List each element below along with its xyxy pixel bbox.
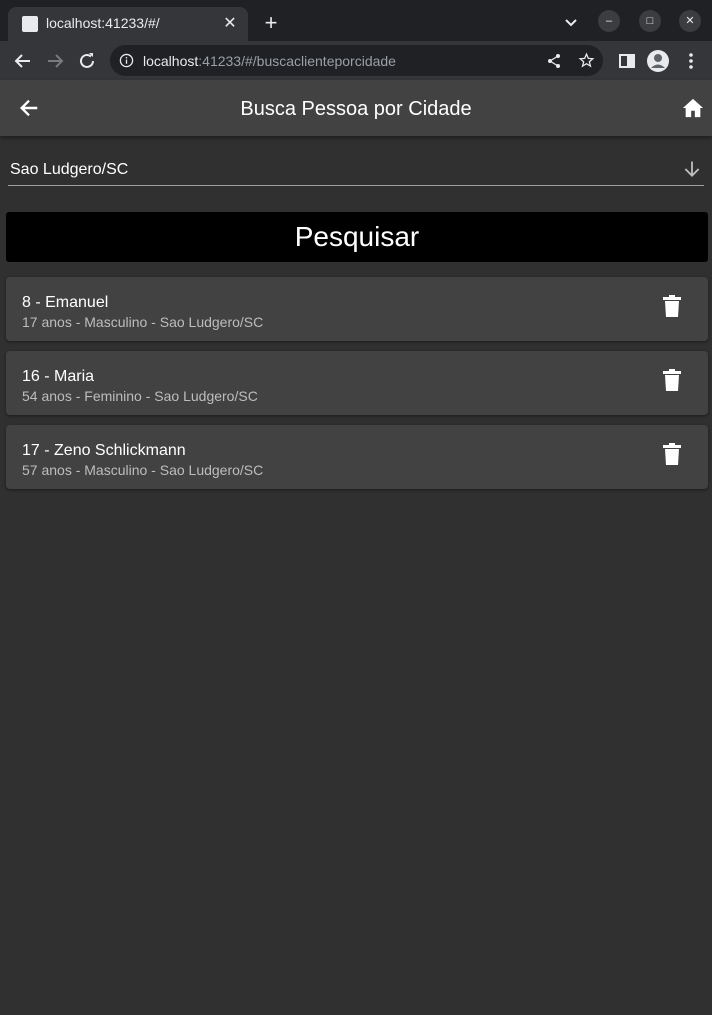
url-host: localhost bbox=[143, 53, 199, 69]
browser-forward-icon[interactable] bbox=[43, 49, 67, 73]
search-button[interactable]: Pesquisar bbox=[6, 212, 708, 262]
browser-tabstrip: localhost:41233/#/ ✕ + – □ ✕ bbox=[0, 0, 712, 41]
browser-toolbar: localhost:41233/#/buscaclienteporcidade bbox=[0, 41, 712, 80]
list-item-title: 17 - Zeno Schlickmann bbox=[22, 442, 186, 459]
trash-icon[interactable] bbox=[662, 369, 682, 391]
site-info-icon[interactable] bbox=[119, 53, 134, 68]
list-item[interactable]: 8 - Emanuel 17 anos - Masculino - Sao Lu… bbox=[6, 277, 708, 341]
browser-back-icon[interactable] bbox=[11, 49, 35, 73]
tab-title: localhost:41233/#/ bbox=[46, 15, 160, 31]
list-item-title: 16 - Maria bbox=[22, 368, 95, 385]
address-bar[interactable]: localhost:41233/#/buscaclienteporcidade bbox=[110, 45, 603, 76]
page-title: Busca Pessoa por Cidade bbox=[240, 98, 472, 120]
city-selected-value: Sao Ludgero/SC bbox=[10, 161, 129, 178]
browser-menu-icon[interactable] bbox=[679, 49, 703, 73]
browser-tab[interactable]: localhost:41233/#/ ✕ bbox=[8, 7, 248, 41]
tab-search-chevron-icon[interactable] bbox=[561, 12, 581, 32]
side-panel-icon[interactable] bbox=[615, 49, 639, 73]
url-text: localhost:41233/#/buscaclienteporcidade bbox=[143, 53, 396, 69]
flutter-favicon-icon bbox=[22, 16, 38, 32]
list-item-subtitle: 57 anos - Masculino - Sao Ludgero/SC bbox=[22, 462, 264, 478]
new-tab-icon[interactable]: + bbox=[259, 11, 283, 35]
list-item[interactable]: 16 - Maria 54 anos - Feminino - Sao Ludg… bbox=[6, 351, 708, 415]
url-path: :41233/#/buscaclienteporcidade bbox=[198, 53, 396, 69]
list-item[interactable]: 17 - Zeno Schlickmann 57 anos - Masculin… bbox=[6, 425, 708, 489]
window-close-icon[interactable]: ✕ bbox=[679, 10, 701, 32]
city-dropdown[interactable]: Sao Ludgero/SC bbox=[8, 152, 704, 186]
share-icon[interactable] bbox=[546, 53, 562, 69]
minimize-icon[interactable]: – bbox=[598, 10, 620, 32]
home-icon[interactable] bbox=[682, 97, 704, 119]
maximize-icon[interactable]: □ bbox=[639, 10, 661, 32]
reload-icon[interactable] bbox=[75, 49, 99, 73]
results-list: 8 - Emanuel 17 anos - Masculino - Sao Lu… bbox=[6, 277, 708, 499]
list-item-subtitle: 54 anos - Feminino - Sao Ludgero/SC bbox=[22, 388, 258, 404]
profile-avatar-icon[interactable] bbox=[646, 49, 670, 73]
trash-icon[interactable] bbox=[662, 295, 682, 317]
bookmark-star-icon[interactable] bbox=[578, 52, 595, 69]
trash-icon[interactable] bbox=[662, 443, 682, 465]
arrow-down-icon bbox=[684, 161, 700, 177]
tab-close-icon[interactable]: ✕ bbox=[220, 14, 240, 34]
list-item-title: 8 - Emanuel bbox=[22, 294, 109, 311]
app-bar: Busca Pessoa por Cidade bbox=[0, 80, 712, 136]
list-item-subtitle: 17 anos - Masculino - Sao Ludgero/SC bbox=[22, 314, 264, 330]
